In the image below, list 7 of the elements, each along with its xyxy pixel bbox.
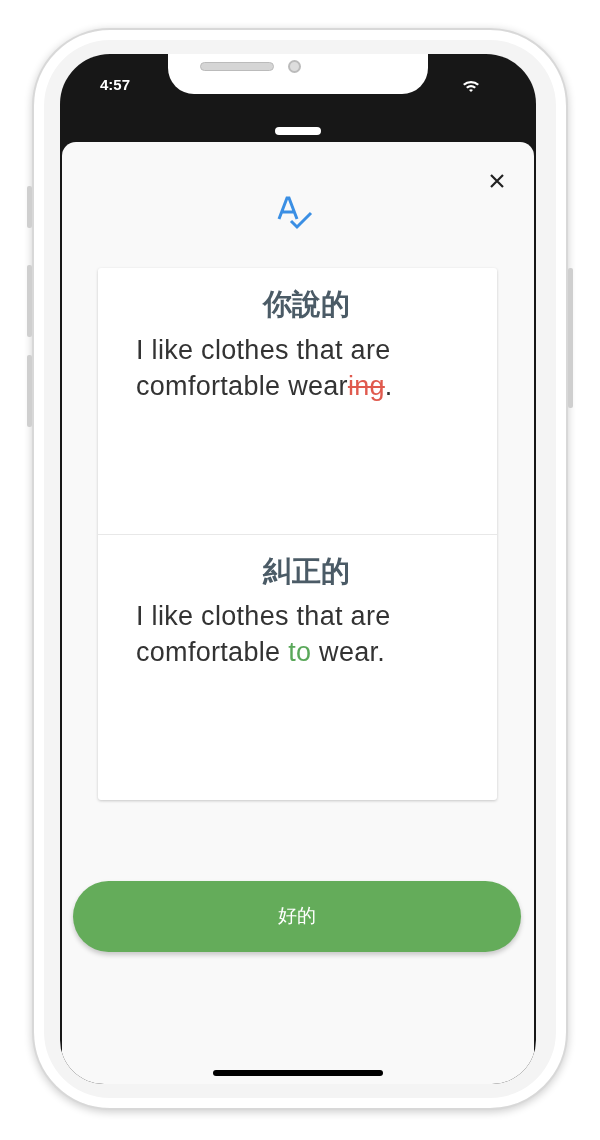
sentence-text: I like clothes that are comfortable wearing. [136, 333, 394, 403]
status-time: 4:57 [100, 75, 131, 95]
section-heading: 糾正的 [261, 553, 351, 589]
sentence-text: I like clothes that are comfortable to wear. [136, 600, 392, 670]
ok-button[interactable]: 好的 [73, 881, 521, 952]
sheet-handle[interactable] [275, 127, 321, 135]
section-heading: 你說的 [261, 287, 351, 322]
